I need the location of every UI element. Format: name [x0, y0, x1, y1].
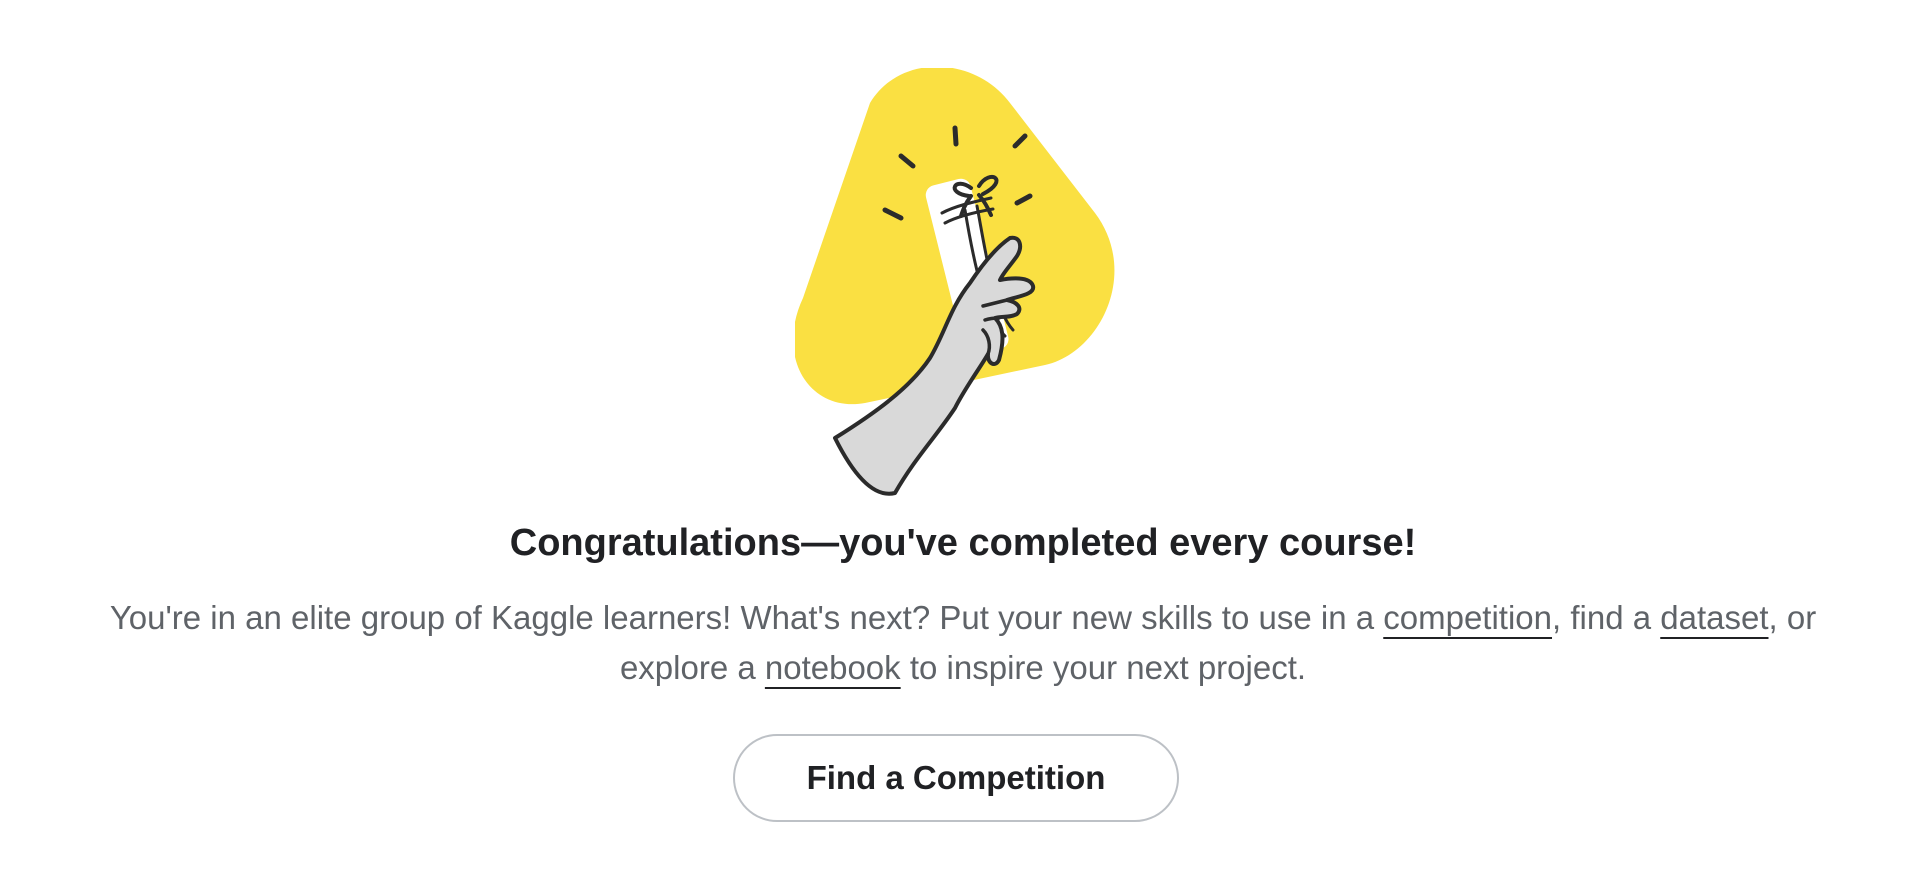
message-text-2: , find a: [1552, 599, 1661, 636]
notebook-link[interactable]: notebook: [765, 649, 901, 686]
hand-holding-certificate-icon: [795, 68, 1125, 498]
completion-page: Congratulations—you've completed every c…: [0, 0, 1926, 873]
message-text-4: to inspire your next project.: [900, 649, 1307, 686]
completion-headline: Congratulations—you've completed every c…: [509, 522, 1417, 564]
completion-message: You're in an elite group of Kaggle learn…: [60, 593, 1866, 693]
dataset-link[interactable]: dataset: [1660, 599, 1768, 636]
message-text-1: You're in an elite group of Kaggle learn…: [109, 599, 1384, 636]
find-competition-button[interactable]: Find a Competition: [733, 734, 1179, 822]
competition-link[interactable]: competition: [1383, 599, 1552, 636]
